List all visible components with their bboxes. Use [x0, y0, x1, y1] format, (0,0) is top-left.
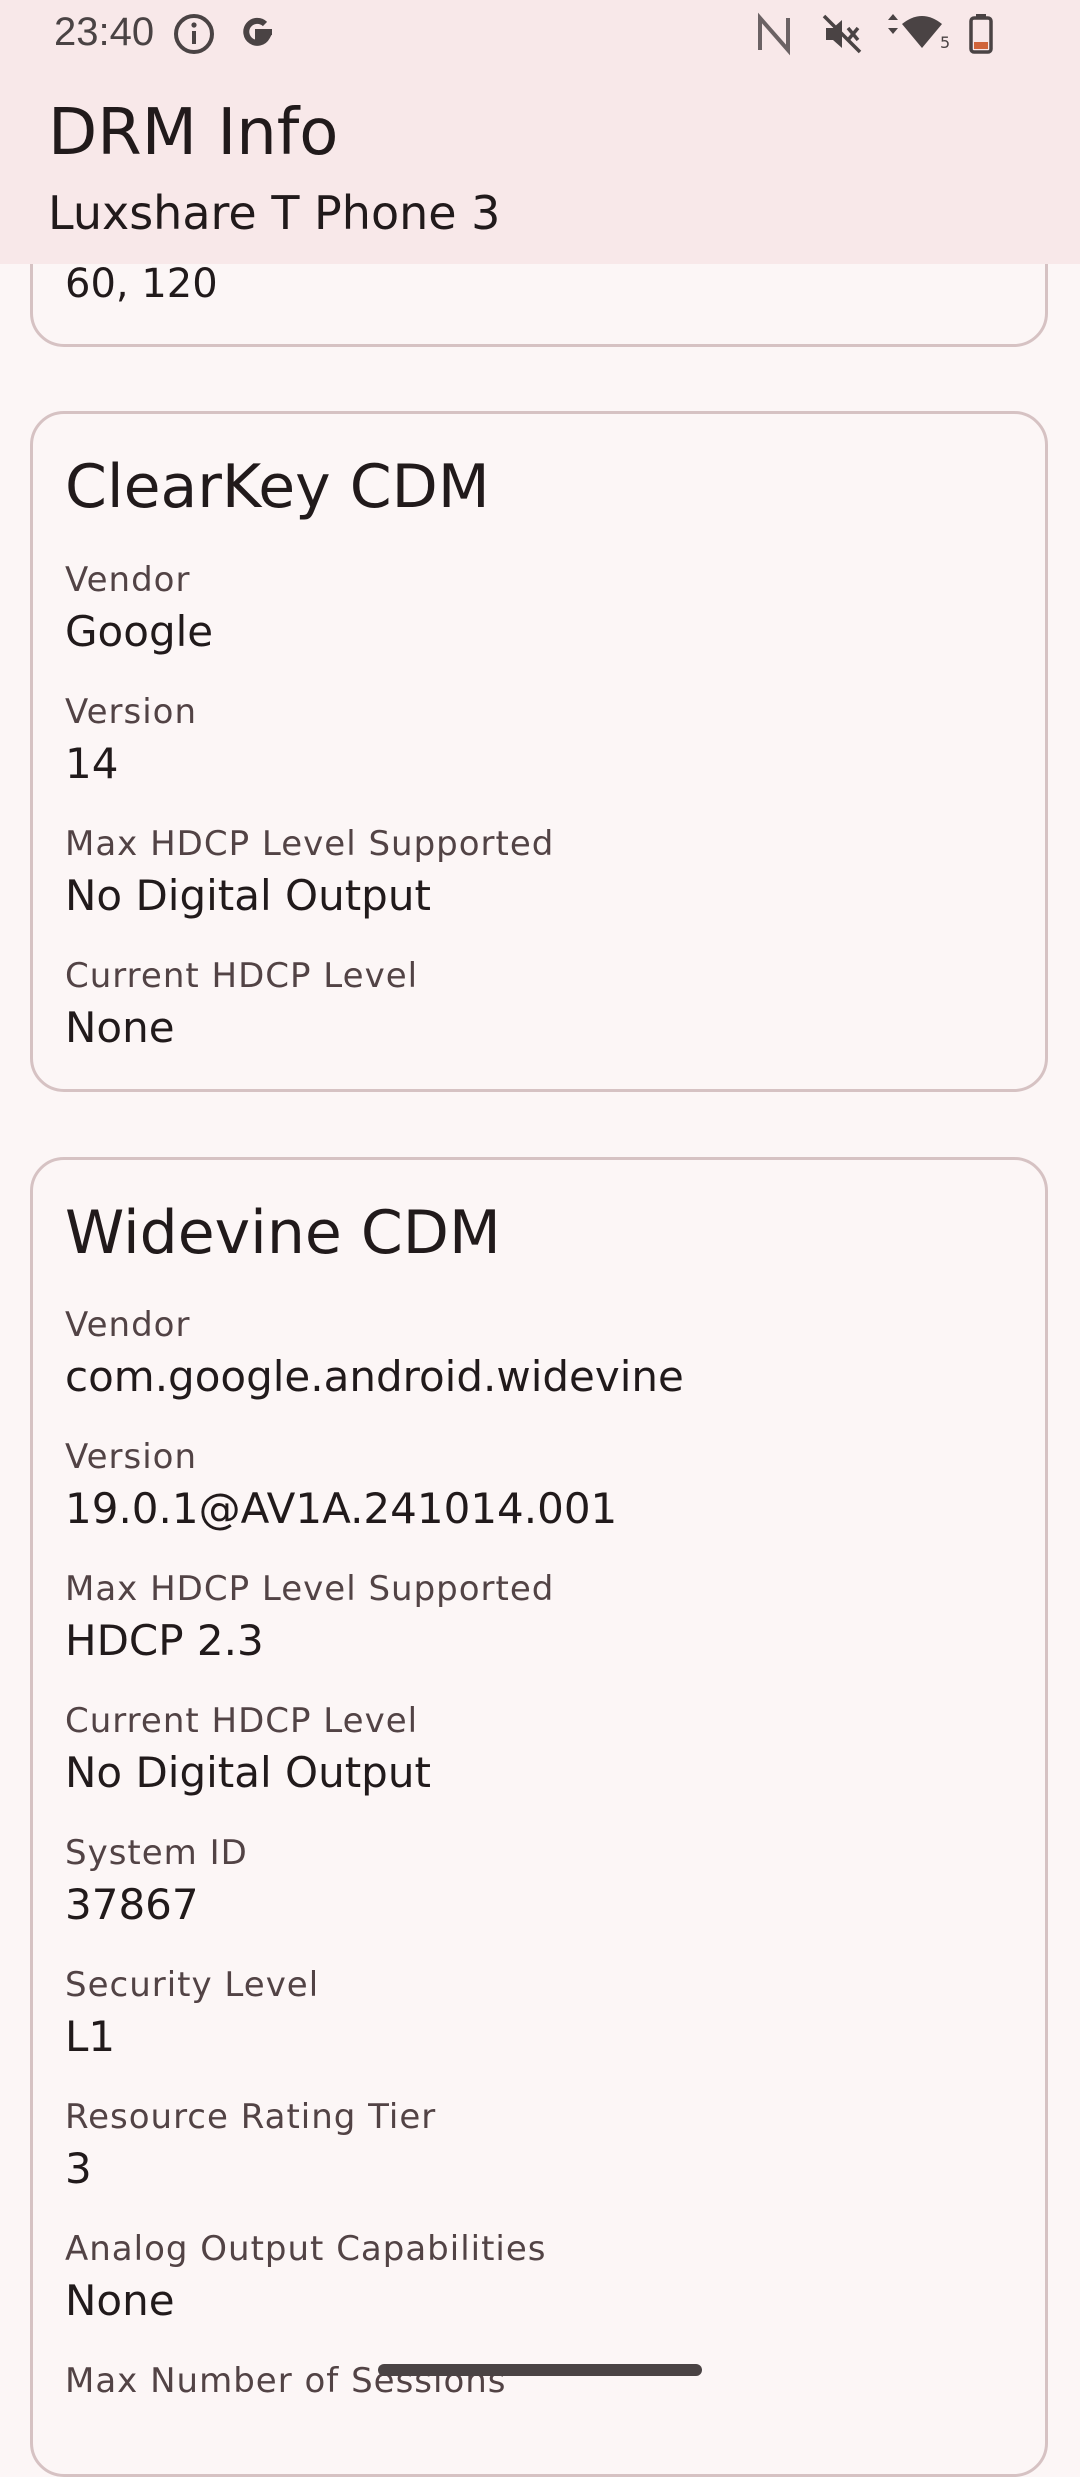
mute-icon [820, 12, 864, 60]
field-value: Google [65, 607, 214, 656]
field-value: com.google.android.widevine [65, 1352, 684, 1401]
widevine-vendor-field: Vendor com.google.android.widevine [65, 1305, 684, 1403]
wifi-icon: 5 [884, 12, 954, 60]
page-title: DRM Info [48, 96, 339, 170]
clearkey-max-hdcp-field: Max HDCP Level Supported No Digital Outp… [65, 824, 554, 922]
app-bar: DRM Info Luxshare T Phone 3 [0, 68, 1080, 264]
field-label: Version [65, 692, 198, 732]
field-value: None [65, 2276, 175, 2325]
info-icon [172, 12, 216, 60]
widevine-analog-output-field: Analog Output Capabilities None [65, 2229, 547, 2327]
clearkey-vendor-field: Vendor Google [65, 560, 213, 658]
field-value: 3 [65, 2144, 92, 2193]
field-label: Current HDCP Level [65, 956, 419, 996]
gesture-nav-handle[interactable] [378, 2364, 702, 2376]
clearkey-card-title: ClearKey CDM [65, 452, 490, 522]
google-g-icon [236, 12, 280, 60]
refresh-rates-value: 60, 120 [65, 261, 218, 307]
widevine-resource-tier-field: Resource Rating Tier 3 [65, 2097, 436, 2195]
widevine-max-hdcp-field: Max HDCP Level Supported HDCP 2.3 [65, 1569, 554, 1667]
field-value: No Digital Output [65, 1748, 431, 1797]
field-label: Max HDCP Level Supported [65, 824, 555, 864]
widevine-current-hdcp-field: Current HDCP Level No Digital Output [65, 1701, 431, 1799]
field-value: No Digital Output [65, 871, 431, 920]
field-label: Vendor [65, 560, 191, 600]
widevine-security-level-field: Security Level L1 [65, 1965, 319, 2063]
status-time: 23:40 [54, 10, 155, 54]
field-label: System ID [65, 1833, 248, 1873]
field-value: None [65, 1003, 175, 1052]
field-label: Current HDCP Level [65, 1701, 419, 1741]
field-value: L1 [65, 2012, 116, 2061]
clearkey-cdm-card: ClearKey CDM Vendor Google Version 14 Ma… [30, 411, 1048, 1092]
field-value: 19.0.1@AV1A.241014.001 [65, 1484, 618, 1533]
field-label: Security Level [65, 1965, 320, 2005]
field-value: HDCP 2.3 [65, 1616, 264, 1665]
widevine-system-id-field: System ID 37867 [65, 1833, 248, 1931]
field-label: Max HDCP Level Supported [65, 1569, 555, 1609]
device-subtitle: Luxshare T Phone 3 [48, 186, 501, 240]
field-value: 37867 [65, 1880, 199, 1929]
widevine-card-title: Widevine CDM [65, 1198, 501, 1268]
widevine-version-field: Version 19.0.1@AV1A.241014.001 [65, 1437, 617, 1535]
widevine-cdm-card: Widevine CDM Vendor com.google.android.w… [30, 1157, 1048, 2477]
status-bar: 23:40 5 [0, 0, 1080, 68]
field-label: Version [65, 1437, 198, 1477]
field-label: Analog Output Capabilities [65, 2229, 547, 2269]
field-label: Resource Rating Tier [65, 2097, 437, 2137]
field-value: 14 [65, 739, 119, 788]
field-label: Vendor [65, 1305, 191, 1345]
svg-text:5: 5 [940, 33, 950, 52]
nfc-icon [754, 12, 794, 60]
battery-icon [968, 12, 994, 60]
clearkey-version-field: Version 14 [65, 692, 197, 790]
clearkey-current-hdcp-field: Current HDCP Level None [65, 956, 418, 1054]
